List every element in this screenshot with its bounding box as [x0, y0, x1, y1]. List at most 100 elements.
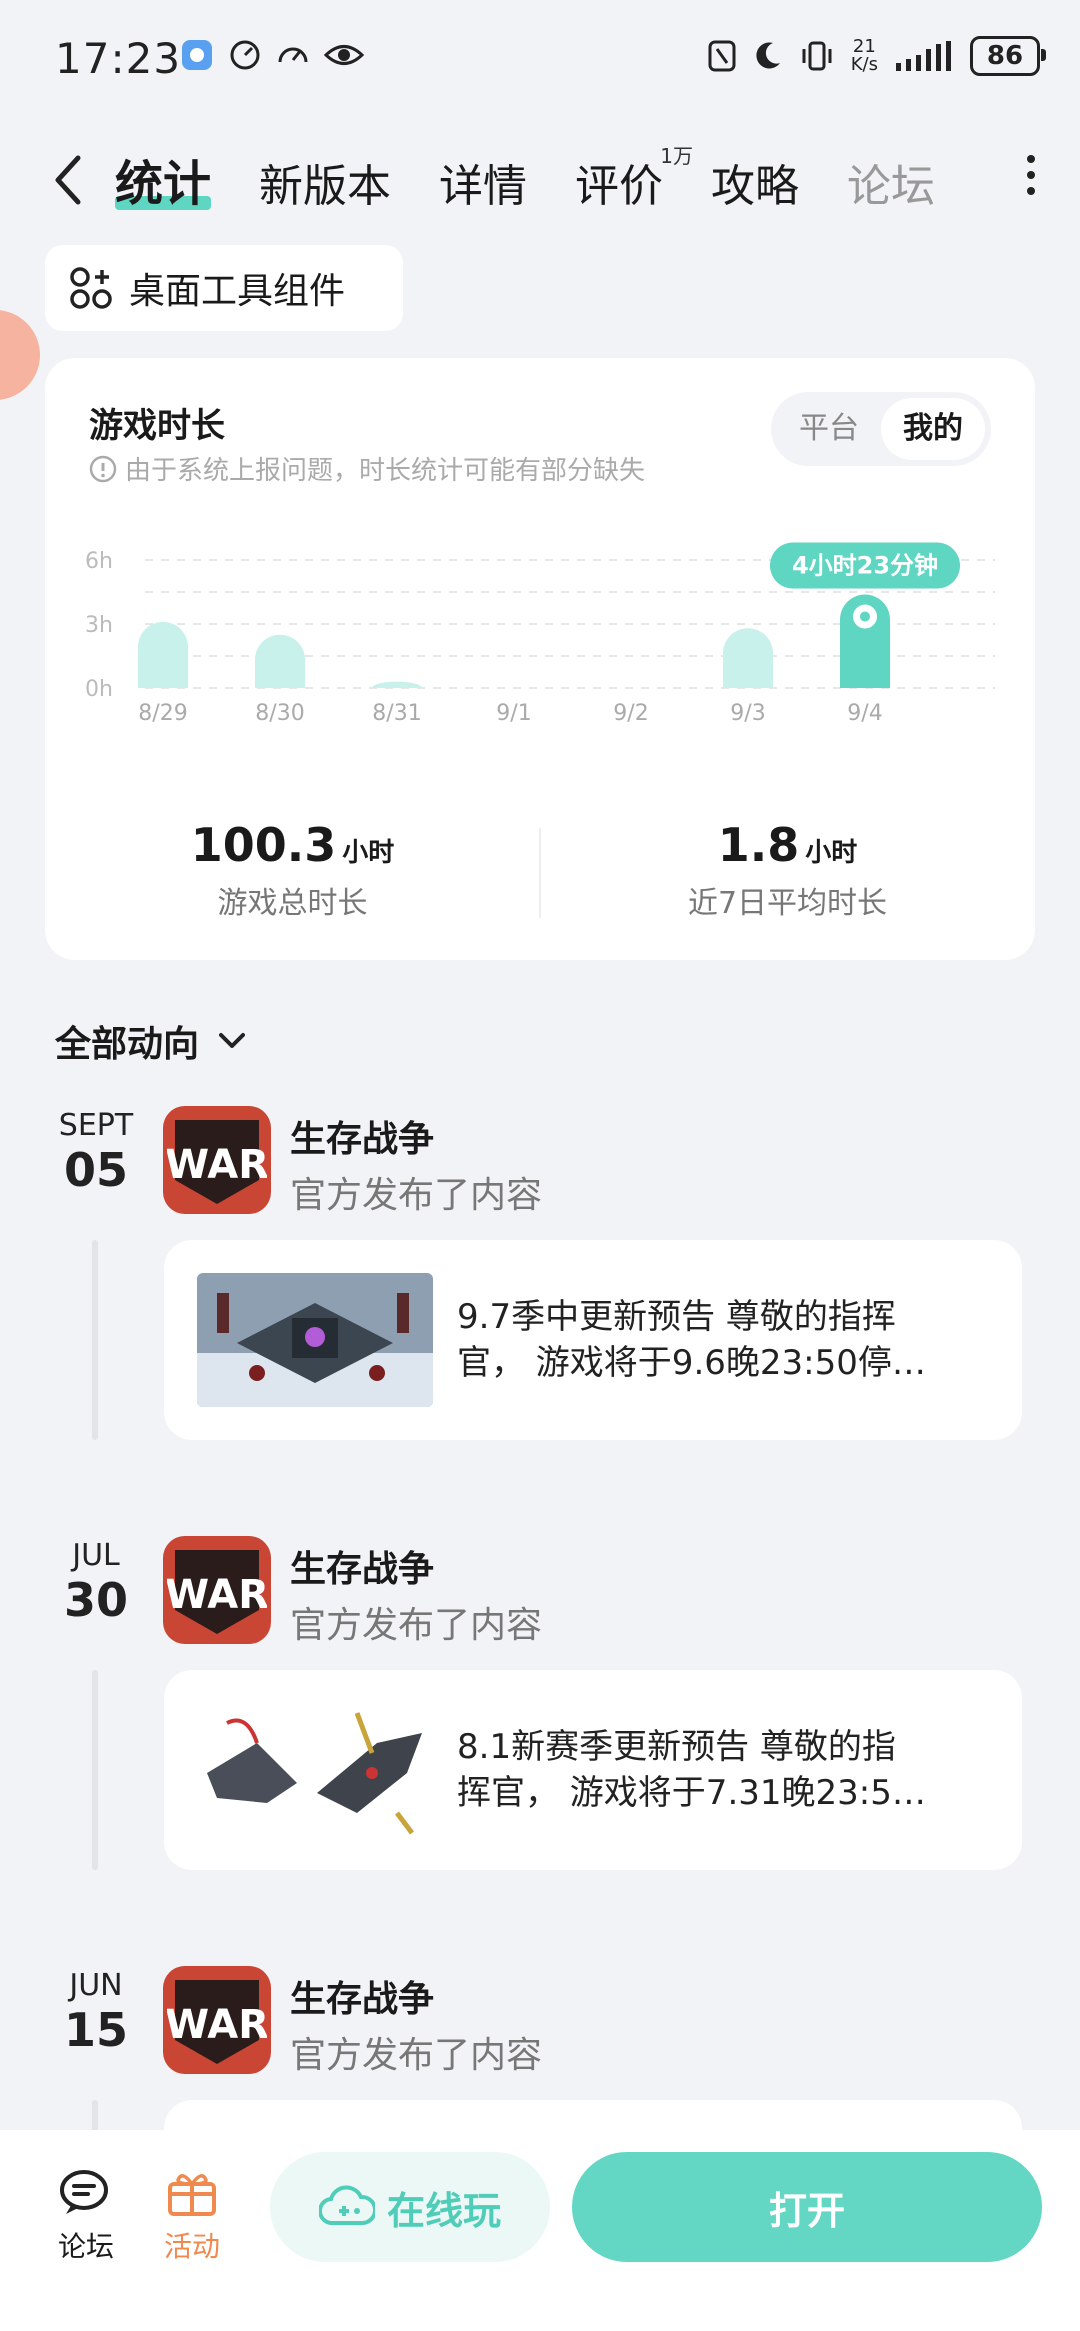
card-note-text: 由于系统上报问题，时长统计可能有部分缺失	[125, 456, 646, 486]
review-count-badge: 1万	[660, 144, 694, 168]
info-icon	[89, 455, 117, 482]
nav-forum[interactable]: 论坛	[36, 2168, 136, 2265]
x-tick-label: 9/4	[847, 701, 882, 726]
app-notification-icon	[182, 40, 212, 70]
play-online-button[interactable]: 在线玩	[270, 2152, 550, 2262]
gift-icon	[168, 2174, 216, 2216]
nav-activity[interactable]: 活动	[142, 2168, 242, 2265]
post-excerpt-line: 官， 游戏将于9.6晚23:50停…	[457, 1343, 926, 1383]
forum-chat-icon	[60, 2170, 108, 2214]
y-tick-label: 6h	[85, 549, 113, 574]
speed-dial-icon	[230, 40, 260, 70]
feed-date-month: JUL	[72, 1538, 120, 1573]
tab-guides[interactable]: 攻略	[711, 150, 799, 214]
post-excerpt: 8.1新赛季更新预告 尊敬的指 挥官， 游戏将于7.31晚23:5…	[457, 1724, 977, 1816]
feed-filter-dropdown[interactable]: 全部动向	[55, 1015, 249, 1067]
widget-button-label: 桌面工具组件	[129, 271, 346, 312]
nfc-icon	[708, 40, 736, 72]
signal-icon	[896, 41, 951, 71]
feed-date-day: 15	[63, 2003, 128, 2057]
cloud-gamepad-icon	[318, 2185, 375, 2226]
total-time-stat: 100.3 小时 游戏总时长	[45, 818, 540, 922]
battery-indicator: 86	[970, 36, 1046, 76]
feed-action: 官方发布了内容	[290, 2035, 543, 2076]
highlight-tooltip-label: 4小时23分钟	[792, 552, 938, 580]
play-time-chart: 0h 3h 6h 8/29 8/30 8/31 9/1 9/2 9/3 4小时23分钟 9/4	[85, 542, 995, 726]
nav-activity-label: 活动	[163, 2230, 220, 2263]
open-app-button[interactable]: 打开	[572, 2152, 1042, 2262]
war-logo-icon: WAR	[167, 1120, 267, 1204]
feed-date-month: JUN	[69, 1968, 123, 2003]
tab-bar: 统计 新版本 详情 评价 1万 攻略 论坛	[115, 144, 983, 214]
chart-bar	[138, 621, 188, 688]
timeline-line	[92, 1240, 98, 1440]
feed-action: 官方发布了内容	[290, 1175, 543, 1216]
svg-text:WAR: WAR	[167, 1572, 267, 1618]
feed-header: 生存战争 官方发布了内容	[290, 1110, 542, 1218]
feed-date-month: SEPT	[58, 1108, 134, 1143]
status-notification-icons	[180, 38, 364, 72]
x-tick-label: 8/29	[138, 701, 187, 726]
toggle-platform[interactable]: 平台	[777, 398, 881, 460]
app-name[interactable]: 生存战争	[290, 1970, 542, 2022]
avg-time-value: 1.8	[717, 818, 800, 872]
post-card[interactable]: 8.1新赛季更新预告 尊敬的指 挥官， 游戏将于7.31晚23:5…	[164, 1670, 1022, 1870]
feed-filter-label: 全部动向	[55, 1024, 200, 1065]
status-system-icons: 21 K/s 86	[707, 36, 1046, 76]
svg-text:WAR: WAR	[167, 2002, 267, 2048]
x-tick-label: 9/2	[613, 701, 648, 726]
feed-date: JUL 30	[36, 1538, 156, 1627]
app-name[interactable]: 生存战争	[290, 1540, 542, 1592]
floating-assistant-bubble[interactable]	[0, 310, 40, 400]
x-tick-label: 9/1	[496, 701, 531, 726]
app-icon[interactable]: WAR	[163, 1966, 271, 2074]
post-thumbnail	[197, 1703, 433, 1837]
chart-bar	[723, 628, 773, 688]
avg-time-label: 近7日平均时长	[687, 886, 888, 921]
source-toggle: 平台 我的	[771, 392, 991, 466]
desktop-widget-button[interactable]: 桌面工具组件	[45, 245, 403, 331]
tab-new-version[interactable]: 新版本	[259, 150, 391, 214]
post-card[interactable]: 9.7季中更新预告 尊敬的指挥 官， 游戏将于9.6晚23:50停…	[164, 1240, 1022, 1440]
more-options-icon[interactable]	[1024, 155, 1038, 195]
back-icon[interactable]	[48, 150, 88, 210]
post-excerpt-line: 挥官， 游戏将于7.31晚23:5…	[457, 1773, 926, 1813]
bottom-action-bar: 论坛 活动 在线玩 打开	[0, 2130, 1080, 2331]
post-excerpt-line: 9.7季中更新预告 尊敬的指挥	[457, 1297, 896, 1337]
eye-icon	[324, 45, 364, 65]
total-time-unit: 小时	[342, 838, 395, 868]
play-time-card: 游戏时长 由于系统上报问题，时长统计可能有部分缺失 平台 我的 0h 3h 6h 8/…	[45, 358, 1035, 960]
war-logo-icon: WAR	[167, 1980, 267, 2064]
post-excerpt-line: 8.1新赛季更新预告 尊敬的指	[457, 1727, 896, 1767]
timeline-line	[92, 1670, 98, 1870]
net-speed: 21 K/s	[850, 36, 878, 75]
tab-reviews[interactable]: 评价 1万	[575, 144, 693, 214]
feed-header: 生存战争 官方发布了内容	[290, 1970, 542, 2078]
card-title: 游戏时长	[89, 406, 225, 446]
total-time-value: 100.3	[190, 818, 337, 872]
app-icon[interactable]: WAR	[163, 1536, 271, 1644]
widget-grid-icon	[70, 267, 112, 309]
highlight-dot-center	[860, 611, 870, 622]
chevron-down-icon	[219, 1033, 246, 1048]
tab-details[interactable]: 详情	[439, 150, 527, 214]
tab-forum[interactable]: 论坛	[847, 150, 935, 214]
card-note: 由于系统上报问题，时长统计可能有部分缺失	[89, 450, 645, 487]
feed-date-day: 05	[63, 1143, 128, 1197]
y-tick-label: 0h	[85, 677, 113, 702]
tab-stats[interactable]: 统计	[115, 144, 212, 214]
x-tick-label: 9/3	[730, 701, 765, 726]
y-tick-label: 3h	[85, 613, 113, 638]
feed-action: 官方发布了内容	[290, 1605, 543, 1646]
x-tick-label: 8/30	[255, 701, 304, 726]
toggle-mine[interactable]: 我的	[881, 398, 985, 460]
feed-date: JUN 15	[36, 1968, 156, 2057]
feed-header: 生存战争 官方发布了内容	[290, 1540, 542, 1648]
app-icon[interactable]: WAR	[163, 1106, 271, 1214]
vibrate-icon	[802, 41, 832, 71]
chart-bar	[255, 634, 305, 688]
status-time: 17:23	[55, 34, 182, 83]
app-name[interactable]: 生存战争	[290, 1110, 542, 1162]
avg-time-unit: 小时	[805, 838, 858, 868]
post-excerpt: 9.7季中更新预告 尊敬的指挥 官， 游戏将于9.6晚23:50停…	[457, 1294, 977, 1386]
